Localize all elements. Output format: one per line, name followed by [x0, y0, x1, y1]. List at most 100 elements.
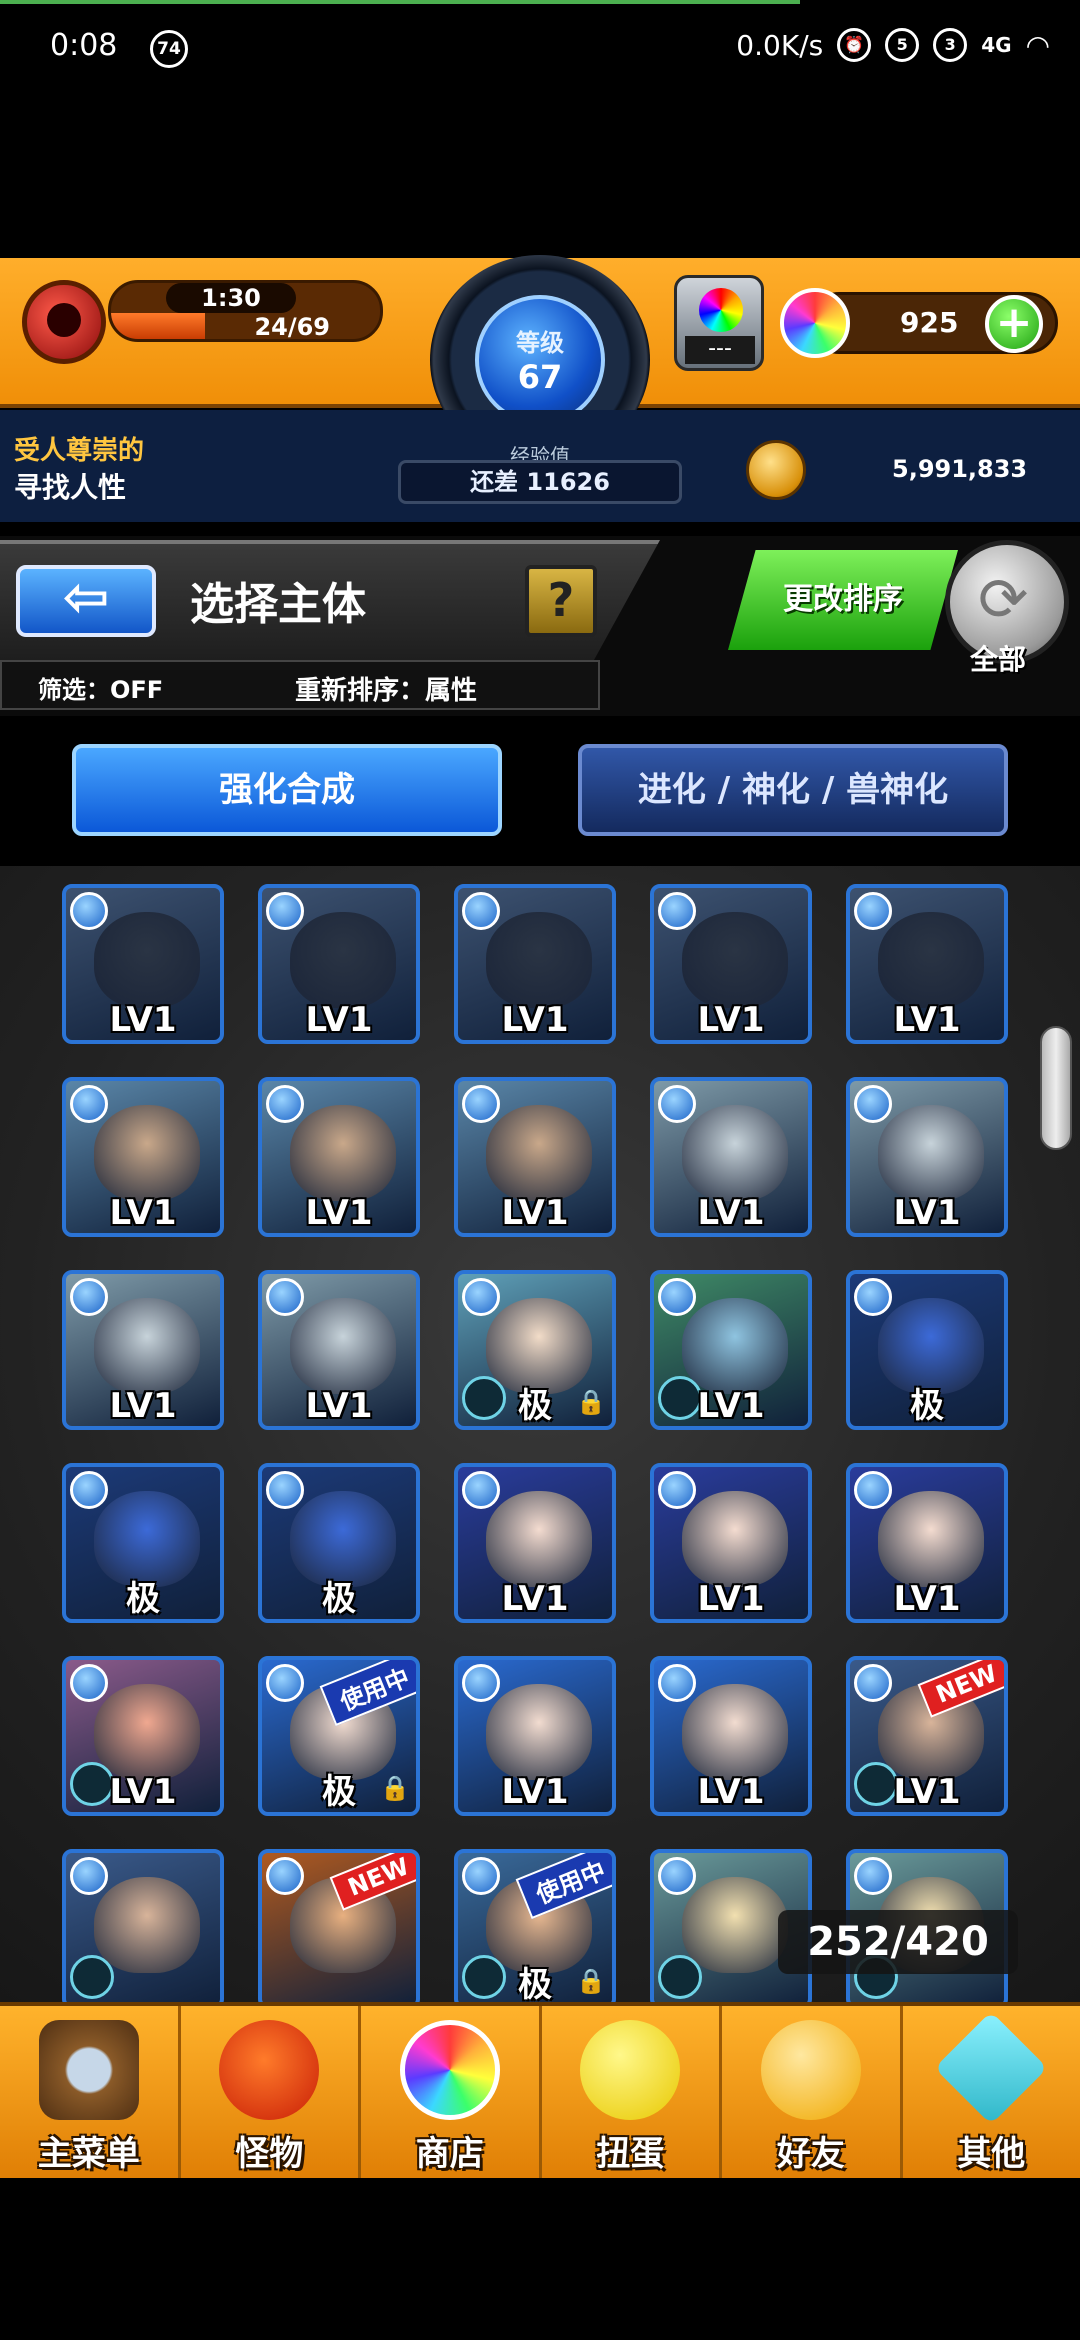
monster-portrait: [486, 1684, 592, 1780]
monster-card[interactable]: LV1: [62, 1656, 224, 1816]
filter-toggle[interactable]: 筛选：OFF: [38, 670, 163, 705]
water-element-icon: [658, 1278, 696, 1316]
rank-emblem-icon[interactable]: [22, 280, 106, 364]
monster-card[interactable]: LV1: [454, 1463, 616, 1623]
monster-portrait: [682, 1877, 788, 1973]
monster-card[interactable]: LV1 NEW: [846, 1656, 1008, 1816]
monster-level: LV1: [305, 1193, 373, 1233]
monster-grid[interactable]: LV1 LV1 LV1 LV1 LV1 LV1 LV1 LV1 LV1 LV1 LV1 LV1 极 🔒 LV…: [0, 866, 1080, 2002]
lock-icon: 🔒: [576, 1967, 606, 1995]
grid-scrollbar[interactable]: [1040, 1026, 1072, 1150]
player-name: 寻找人性: [14, 471, 127, 504]
rainbow-orb-icon: [780, 288, 850, 358]
lock-icon: 🔒: [380, 1774, 410, 1802]
monster-card[interactable]: 极 🔒: [454, 1270, 616, 1430]
water-element-icon: [462, 1857, 500, 1895]
change-sort-button[interactable]: 更改排序: [728, 550, 958, 650]
monster-level: LV1: [501, 1772, 569, 1812]
monster-portrait: [878, 1491, 984, 1587]
monster-card[interactable]: LV1: [258, 884, 420, 1044]
monster-card[interactable]: LV1: [62, 1077, 224, 1237]
monster-card[interactable]: LV1: [258, 1270, 420, 1430]
monster-level: LV1: [501, 1579, 569, 1619]
water-element-icon: [266, 1664, 304, 1702]
sim1-icon: 5: [885, 28, 920, 62]
nav-shop-button[interactable]: 商店: [361, 2006, 542, 2178]
monster-card[interactable]: 极: [846, 1270, 1008, 1430]
level-label: 等级: [516, 329, 564, 357]
water-element-icon: [462, 1471, 500, 1509]
nav-other-button[interactable]: 其他: [903, 2006, 1080, 2178]
monster-portrait: [94, 1877, 200, 1973]
nav-gacha-button[interactable]: 扭蛋: [542, 2006, 722, 2178]
monster-card[interactable]: LV1: [846, 1463, 1008, 1623]
monster-card[interactable]: LV1: [650, 1656, 812, 1816]
stamina-value: 24/69: [254, 313, 330, 341]
water-element-icon: [658, 1085, 696, 1123]
monster-card[interactable]: LV1: [650, 1463, 812, 1623]
water-element-icon: [658, 1664, 696, 1702]
monster-card[interactable]: LV1: [454, 884, 616, 1044]
wifi-icon: ◠: [1025, 28, 1050, 62]
monster-card[interactable]: 极: [258, 1463, 420, 1623]
monster-level: LV1: [893, 1000, 961, 1040]
monster-card[interactable]: LV1: [846, 1077, 1008, 1237]
monster-level: LV1: [305, 1000, 373, 1040]
monster-portrait: [682, 1298, 788, 1394]
monster-portrait: [290, 1105, 396, 1201]
water-element-icon: [854, 1857, 892, 1895]
monster-card[interactable]: LV1: [62, 1270, 224, 1430]
tab-enhance[interactable]: 强化合成: [72, 744, 502, 836]
monster-card[interactable]: LV1: [650, 884, 812, 1044]
monster-card[interactable]: LV1: [846, 884, 1008, 1044]
sort-status[interactable]: 重新排序：属性: [295, 670, 477, 707]
monster-card[interactable]: [62, 1849, 224, 2002]
water-element-icon: [854, 1278, 892, 1316]
monster-portrait: [682, 1105, 788, 1201]
monster-card[interactable]: 极: [62, 1463, 224, 1623]
stamina-fill: [111, 313, 206, 339]
monster-level: LV1: [697, 1772, 765, 1812]
castle-gate-icon: [38, 2020, 139, 2120]
back-button[interactable]: ⇦: [16, 565, 156, 637]
bottom-spacer: [0, 2178, 1080, 2340]
monster-level: LV1: [893, 1193, 961, 1233]
monster-card[interactable]: LV1: [454, 1077, 616, 1237]
monster-card[interactable]: LV1: [62, 884, 224, 1044]
monster-level: LV1: [697, 1386, 765, 1426]
question-diamond-icon: [934, 2011, 1048, 2125]
clock: 0:08: [50, 28, 118, 63]
water-element-icon: [854, 892, 892, 930]
water-element-icon: [266, 892, 304, 930]
network-speed: 0.0K/s: [736, 28, 824, 62]
monster-card[interactable]: LV1: [650, 1077, 812, 1237]
help-button[interactable]: ?: [525, 565, 597, 637]
monster-card[interactable]: NEW: [258, 1849, 420, 2002]
tab-evolve[interactable]: 进化 / 神化 / 兽神化: [578, 744, 1008, 836]
monster-card[interactable]: 极使用中 🔒: [258, 1656, 420, 1816]
friends-icon: [760, 2020, 861, 2120]
water-element-icon: [854, 1664, 892, 1702]
vial-value: ---: [685, 336, 755, 364]
monster-portrait: [486, 1105, 592, 1201]
monster-card[interactable]: 极使用中 🔒: [454, 1849, 616, 2002]
rainbow-orb-icon: [399, 2020, 500, 2120]
ability-slot-icon: [658, 1955, 702, 1999]
monster-portrait: [682, 1491, 788, 1587]
monster-card[interactable]: LV1: [258, 1077, 420, 1237]
stamina-bar: 1:30 24/69: [108, 280, 383, 342]
nav-home-button[interactable]: 主菜单: [0, 2006, 181, 2178]
monster-card[interactable]: LV1: [650, 1270, 812, 1430]
bottom-nav: 主菜单 怪物 商店 扭蛋 好友 其他: [0, 2002, 1080, 2178]
nav-monster-button[interactable]: 怪物: [181, 2006, 361, 2178]
monster-portrait: [878, 1105, 984, 1201]
monster-portrait: [290, 1298, 396, 1394]
monster-level: LV1: [109, 1000, 177, 1040]
nav-friends-button[interactable]: 好友: [722, 2006, 903, 2178]
monster-card[interactable]: LV1: [454, 1656, 616, 1816]
add-orbs-button[interactable]: +: [985, 295, 1043, 353]
page-title: 选择主体: [190, 579, 366, 630]
water-element-icon: [266, 1857, 304, 1895]
exp-remaining: 还差 11626: [398, 460, 682, 504]
orb-vial-icon[interactable]: ---: [674, 275, 764, 371]
